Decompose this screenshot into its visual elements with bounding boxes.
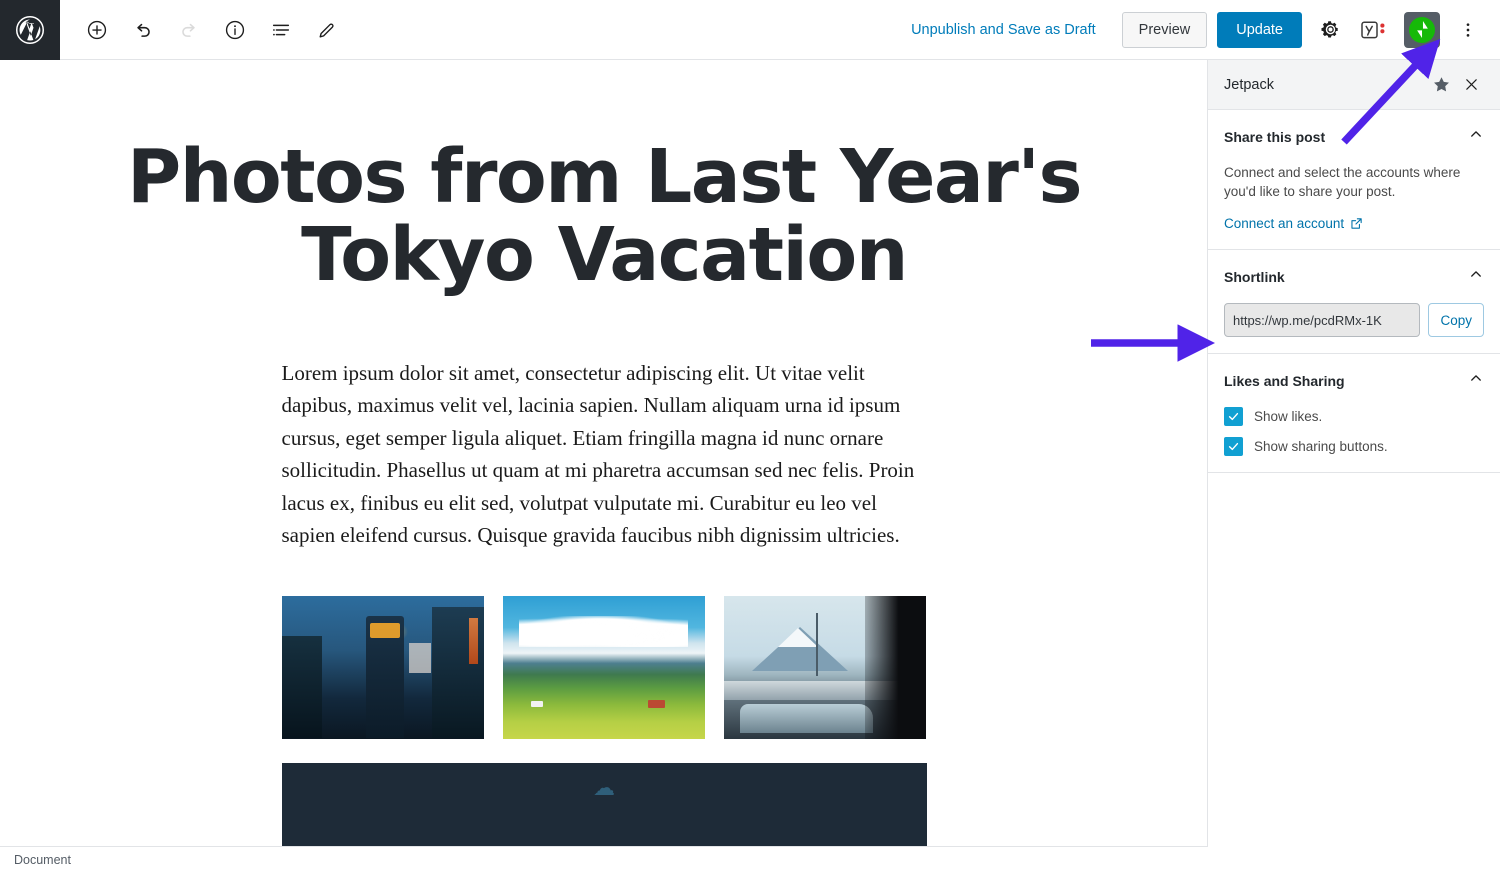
yoast-seo-button[interactable] [1358,12,1394,48]
editor-tools [78,11,346,49]
update-button[interactable]: Update [1217,11,1302,48]
close-icon [1465,79,1477,90]
shortlink-row: Copy [1224,303,1484,338]
decor-snowcap [778,628,819,648]
edit-mode-button[interactable] [308,11,346,49]
decor-farmhouse [647,699,665,708]
list-view-icon [272,24,290,35]
details-button[interactable] [216,11,254,49]
paragraph-block[interactable]: Lorem ipsum dolor sit amet, consectetur … [282,357,927,552]
decor-train [739,704,873,733]
share-section-title: Share this post [1224,128,1326,145]
wordpress-logo-icon [15,15,45,44]
gallery-block[interactable] [281,595,927,739]
star-icon [1433,77,1449,92]
share-section-header[interactable]: Share this post [1224,126,1484,147]
embed-block[interactable]: ☁ [281,762,927,846]
share-this-post-section: Share this post Connect and select the a… [1208,110,1500,251]
post-content: Lorem ipsum dolor sit amet, consectetur … [281,357,927,846]
share-section-description: Connect and select the accounts where yo… [1224,165,1461,200]
preview-button[interactable]: Preview [1121,11,1208,48]
wordpress-logo-button[interactable] [0,0,60,60]
ellipsis-vertical-icon [1466,22,1470,37]
shortlink-input[interactable] [1224,303,1421,338]
show-sharing-checkbox-row[interactable]: Show sharing buttons. [1224,437,1484,457]
gallery-image-countryside[interactable] [502,595,705,739]
post-title[interactable]: Photos from Last Year's Tokyo Vacation [124,138,1084,295]
show-sharing-label: Show sharing buttons. [1254,439,1388,455]
decor-car [530,701,543,708]
chevron-up-icon [1468,126,1484,147]
redo-button[interactable] [170,11,208,49]
shortlink-section-header[interactable]: Shortlink [1224,266,1484,287]
embed-placeholder-icon: ☁ [593,774,615,800]
checkmark-icon [1228,443,1239,451]
plus-circle-icon [87,20,107,39]
settings-button[interactable] [1312,12,1348,48]
editor-actions: Unpublish and Save as Draft Preview Upda… [899,11,1500,48]
show-likes-checkbox-row[interactable]: Show likes. [1224,407,1484,427]
gallery-image-shibuya[interactable] [281,595,484,739]
pencil-icon [319,23,334,37]
jetpack-sidebar: Jetpack Share this post Connect and sele… [1207,60,1500,846]
more-options-button[interactable] [1450,12,1486,48]
decor-neon [468,618,478,665]
show-sharing-checkbox[interactable] [1224,437,1243,457]
undo-icon [137,23,150,37]
gear-icon [1320,21,1338,38]
breadcrumb-document[interactable]: Document [14,853,71,867]
editor-top-bar: Unpublish and Save as Draft Preview Upda… [0,0,1500,60]
decor-pylon [816,612,819,676]
yoast-seo-icon [1361,20,1385,38]
show-likes-checkbox[interactable] [1224,407,1243,427]
shortlink-section: Shortlink Copy [1208,250,1500,355]
decor-silhouette [864,595,926,739]
jetpack-bolt-icon [1409,16,1435,43]
close-sidebar-button[interactable] [1456,70,1486,100]
gallery-image-fuji[interactable] [723,595,926,739]
show-likes-label: Show likes. [1254,409,1323,425]
shortlink-section-title: Shortlink [1224,268,1285,285]
connect-an-account-link[interactable]: Connect an account [1224,216,1363,231]
decor-building-left [281,635,322,739]
likes-section-title: Likes and Sharing [1224,372,1345,389]
redo-icon [182,23,195,37]
pin-sidebar-button[interactable] [1426,70,1456,100]
info-circle-icon [225,20,245,39]
editor-canvas: Photos from Last Year's Tokyo Vacation L… [0,60,1208,846]
editor-status-bar: Document [0,846,1208,872]
decor-billboard [408,642,431,673]
undo-button[interactable] [124,11,162,49]
copy-shortlink-button[interactable]: Copy [1428,303,1484,338]
likes-and-sharing-section: Likes and Sharing Show likes. Show shari… [1208,354,1500,474]
external-link-icon [1351,218,1362,230]
connect-account-label: Connect an account [1224,216,1345,232]
unpublish-save-draft-button[interactable]: Unpublish and Save as Draft [899,14,1108,46]
chevron-up-icon [1468,266,1484,287]
checkmark-icon [1228,413,1239,421]
wordpress-block-editor: Unpublish and Save as Draft Preview Upda… [0,0,1500,872]
sidebar-header: Jetpack [1208,60,1500,110]
decor-sign [370,622,401,638]
likes-section-header[interactable]: Likes and Sharing [1224,370,1484,391]
add-block-button[interactable] [78,11,116,49]
chevron-up-icon [1468,370,1484,391]
sidebar-title: Jetpack [1224,76,1274,93]
jetpack-sidebar-toggle[interactable] [1404,11,1440,48]
list-view-button[interactable] [262,11,300,49]
decor-clouds [518,615,689,647]
